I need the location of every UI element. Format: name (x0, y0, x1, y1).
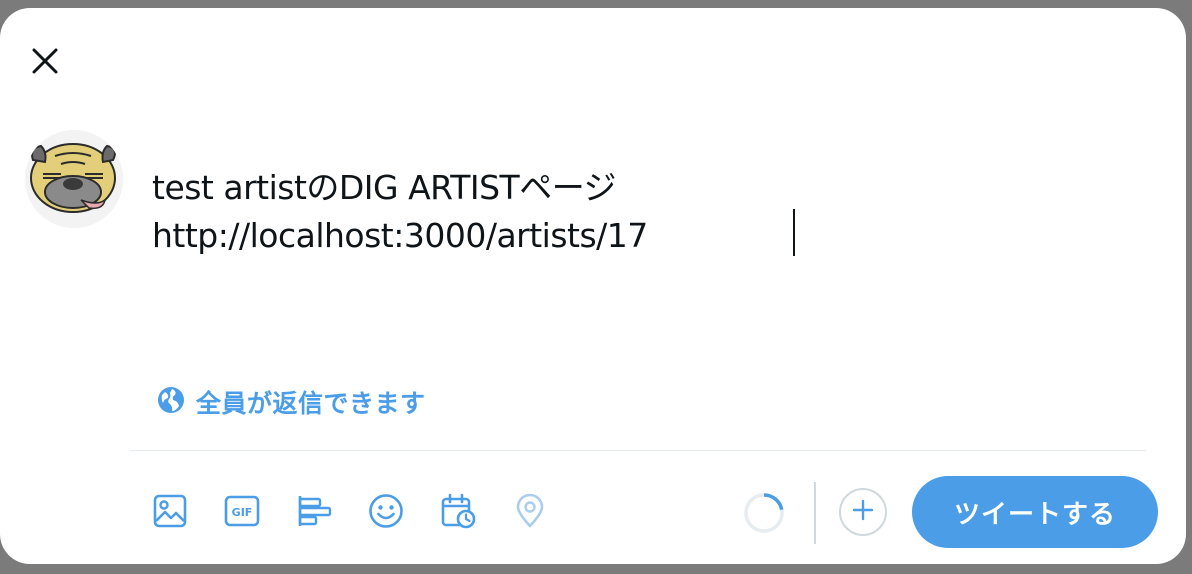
add-gif-button[interactable]: GIF (222, 493, 262, 533)
divider (130, 450, 1146, 451)
text-caret (793, 209, 795, 256)
tweet-text-area[interactable]: test artistのDIG ARTISTページ http://localho… (152, 164, 792, 260)
tweet-button[interactable]: ツイートする (912, 476, 1158, 548)
svg-text:GIF: GIF (232, 506, 253, 519)
add-poll-button[interactable] (294, 493, 334, 533)
toolbar-separator (814, 482, 816, 544)
add-tweet-button[interactable] (839, 488, 887, 536)
poll-icon (296, 493, 332, 533)
add-location-button[interactable] (510, 493, 550, 533)
close-icon (30, 46, 60, 80)
close-button[interactable] (18, 36, 72, 90)
character-counter (742, 491, 786, 535)
emoji-icon (368, 493, 404, 533)
reply-setting-label: 全員が返信できます (196, 389, 426, 418)
reply-setting-button[interactable]: 全員が返信できます (156, 384, 426, 420)
globe-icon (156, 385, 186, 419)
schedule-icon (440, 493, 476, 533)
add-image-button[interactable] (150, 493, 190, 533)
plus-icon (851, 498, 875, 526)
gif-icon: GIF (224, 493, 260, 533)
image-icon (152, 493, 188, 533)
tweet-text-line-2: http://localhost:3000/artists/17 (152, 216, 648, 255)
location-icon (512, 493, 548, 533)
avatar[interactable] (25, 130, 123, 228)
add-emoji-button[interactable] (366, 493, 406, 533)
tweet-text-line-1: test artistのDIG ARTISTページ (152, 168, 617, 207)
progress-ring-icon (744, 493, 784, 533)
schedule-tweet-button[interactable] (438, 493, 478, 533)
compose-tweet-modal: test artistのDIG ARTISTページ http://localho… (0, 8, 1186, 564)
pug-avatar-image (25, 130, 123, 228)
